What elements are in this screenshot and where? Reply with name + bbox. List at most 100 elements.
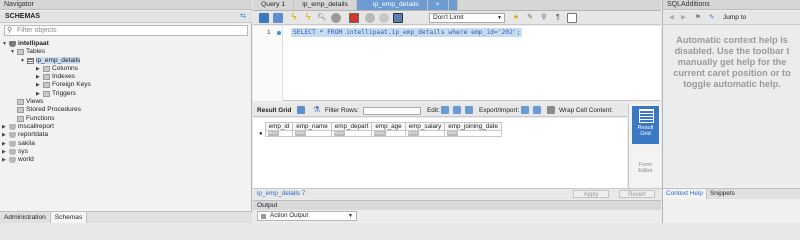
revert-button[interactable]: Revert	[619, 190, 655, 198]
autocommit-icon[interactable]	[393, 13, 403, 23]
grid-icon[interactable]	[297, 106, 305, 115]
tree-node-ip-emp-details[interactable]: ▼ ip_emp_details	[0, 56, 252, 65]
tree-node-mscallreport[interactable]: ▶ mscallreport	[0, 123, 252, 131]
column-header[interactable]: emp_joining_date	[444, 122, 502, 131]
save-icon[interactable]	[273, 13, 283, 23]
filter-rows-input[interactable]	[363, 107, 421, 115]
expand-arrow-icon[interactable]: ▼	[20, 57, 26, 65]
table-row[interactable]: ● NULL NULL NULL NULL NULL NULL	[257, 130, 502, 137]
expand-arrow-icon[interactable]: ▶	[36, 90, 42, 98]
expand-arrow-icon[interactable]: ▶	[2, 156, 8, 164]
expand-arrow-icon[interactable]: ▶	[36, 81, 42, 89]
tab-query-1[interactable]: Query 1	[253, 0, 295, 10]
column-header[interactable]: emp_age	[371, 122, 406, 131]
tab-snippets[interactable]: Snippets	[707, 189, 738, 199]
expand-arrow-icon[interactable]: ▶	[2, 148, 8, 156]
tree-label: sys	[18, 147, 28, 155]
tree-node-sakila[interactable]: ▶ sakila	[0, 140, 252, 148]
beautify-icon[interactable]: ★	[511, 13, 521, 23]
output-type-select[interactable]: Action Output ▼	[257, 211, 357, 221]
toggle-stop-on-error-icon[interactable]	[349, 13, 359, 23]
table-cell[interactable]: NULL	[371, 130, 406, 137]
expand-arrow-icon[interactable]: ▼	[2, 40, 8, 48]
brush-icon[interactable]: ✎	[525, 13, 535, 23]
tab-context-help[interactable]: Context Help	[663, 189, 707, 199]
tab-administration[interactable]: Administration	[0, 212, 50, 223]
refresh-icon[interactable]: ⇆	[240, 11, 246, 23]
expand-arrow-icon[interactable]: ▶	[2, 140, 8, 148]
tree-node-views[interactable]: Views	[0, 98, 252, 106]
stop-icon[interactable]	[331, 13, 341, 23]
tab-schemas[interactable]: Schemas	[49, 212, 88, 223]
expand-arrow-icon[interactable]: ▶	[2, 131, 8, 139]
manual-help-icon[interactable]: ✎	[709, 11, 714, 25]
table-cell[interactable]: NULL	[444, 130, 502, 137]
close-icon[interactable]: ×	[428, 0, 449, 10]
tree-node-intellipaat[interactable]: ▼ intellipaat	[0, 40, 252, 48]
tree-node-triggers[interactable]: ▶ Triggers	[0, 90, 252, 98]
auto-help-icon[interactable]: ⚑	[695, 11, 701, 25]
tree-node-reportdata[interactable]: ▶ reportdata	[0, 131, 252, 139]
expand-arrow-icon[interactable]: ▶	[36, 73, 42, 81]
folder-icon	[17, 107, 24, 114]
filter-objects-input[interactable]: ⚲ Filter objects	[4, 25, 248, 36]
result-grid-label[interactable]: Result Grid	[257, 104, 291, 117]
invisible-chars-icon[interactable]: ¶	[553, 13, 563, 23]
back-icon[interactable]: ◀	[669, 11, 674, 25]
result-grid[interactable]: emp_id emp_name emp_depart emp_age emp_s…	[253, 118, 627, 188]
filter-icon[interactable]: ⚗	[313, 106, 321, 114]
tree-node-functions[interactable]: Functions	[0, 115, 252, 123]
column-header[interactable]: emp_salary	[404, 122, 446, 131]
folder-icon	[43, 65, 50, 72]
column-header[interactable]: emp_id	[264, 122, 294, 131]
database-icon	[9, 140, 16, 147]
import-icon[interactable]	[533, 106, 541, 115]
column-header[interactable]: emp_name	[292, 122, 332, 131]
sql-additions-tabs: Context Help Snippets	[663, 188, 800, 199]
table-cell[interactable]: NULL	[292, 130, 332, 137]
tab-ip-emp-details-active[interactable]: ip_emp_details ×	[356, 0, 458, 10]
sql-statement[interactable]: SELECT * FROM intellipaat.ip_emp_details…	[291, 28, 523, 37]
tree-node-columns[interactable]: ▶ Columns	[0, 65, 252, 73]
open-folder-icon[interactable]	[259, 13, 269, 23]
sql-editor[interactable]: 1 SELECT * FROM intellipaat.ip_emp_detai…	[253, 26, 661, 128]
rollback-icon[interactable]	[379, 13, 389, 23]
tree-node-world[interactable]: ▶ world	[0, 156, 252, 164]
tree-node-foreign-keys[interactable]: ▶ Foreign Keys	[0, 81, 252, 89]
tree-node-tables[interactable]: ▼ Tables	[0, 48, 252, 56]
commit-icon[interactable]	[365, 13, 375, 23]
tab-ip-emp-details[interactable]: ip_emp_details	[294, 0, 357, 10]
explain-icon[interactable]: 🔍︎	[317, 13, 327, 23]
form-editor-side-button[interactable]: Form Editor	[632, 162, 659, 174]
table-cell[interactable]: NULL	[264, 130, 294, 137]
wrap-cell-icon[interactable]	[547, 106, 555, 115]
tree-label: Columns	[52, 64, 79, 72]
jump-to-label[interactable]: Jump to	[723, 11, 746, 25]
export-icon[interactable]	[521, 106, 529, 115]
forward-icon[interactable]: ▶	[681, 11, 686, 25]
filter-rows-label: Filter Rows:	[325, 107, 359, 114]
add-row-icon[interactable]	[453, 106, 461, 115]
table-cell[interactable]: NULL	[330, 130, 373, 137]
delete-row-icon[interactable]	[465, 106, 473, 115]
tree-label: Stored Procedures	[26, 106, 81, 114]
execute-current-icon[interactable]: ϟ	[303, 13, 313, 23]
execute-icon[interactable]: ϟ	[289, 13, 299, 23]
tree-node-indexes[interactable]: ▶ Indexes	[0, 73, 252, 81]
expand-arrow-icon[interactable]: ▶	[36, 65, 42, 73]
expand-arrow-icon[interactable]: ▶	[2, 123, 8, 131]
table-cell[interactable]: NULL	[404, 130, 446, 137]
find-icon[interactable]: ⚲	[539, 13, 549, 23]
column-header[interactable]: emp_depart	[330, 122, 373, 131]
expand-arrow-icon[interactable]: ▼	[10, 48, 16, 56]
apply-button[interactable]: Apply	[573, 190, 609, 198]
wrap-lines-icon[interactable]	[567, 13, 577, 23]
database-icon	[9, 148, 16, 155]
limit-rows-select[interactable]: Don't Limit ▼	[429, 13, 505, 23]
folder-icon	[43, 82, 50, 89]
result-tab[interactable]: ip_emp_details 7	[257, 189, 305, 199]
edit-row-icon[interactable]	[441, 106, 449, 115]
tree-node-stored-procedures[interactable]: Stored Procedures	[0, 106, 252, 114]
result-grid-side-button[interactable]: Result Grid	[632, 106, 659, 144]
tree-node-sys[interactable]: ▶ sys	[0, 148, 252, 156]
